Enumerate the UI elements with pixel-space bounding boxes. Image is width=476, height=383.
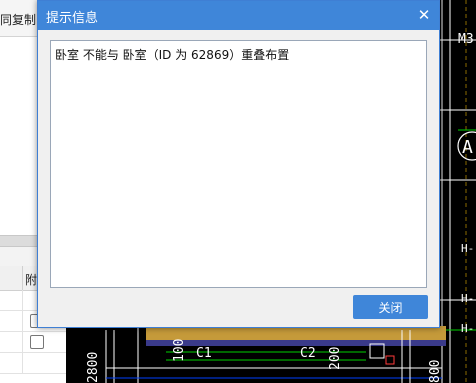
close-icon[interactable]: ✕ [415,6,433,24]
grid-column-divider [22,353,23,373]
grid-column-divider [22,332,23,352]
message-dialog: 提示信息 ✕ 卧室 不能与 卧室（ID 为 62869）重叠布置 关闭 [37,0,440,328]
grid-row [0,353,66,374]
message-text: 卧室 不能与 卧室（ID 为 62869）重叠布置 [55,48,290,62]
dialog-title: 提示信息 [46,11,99,26]
elevation-label: H- [461,322,475,335]
row-checkbox[interactable] [30,335,44,349]
grid-column-divider [22,266,23,290]
window-label-c1: C1 [196,346,212,361]
wall-block [146,340,446,346]
dimension-label: 800 [428,359,443,383]
dimension-label: 100 [172,338,187,362]
grid-header-label: 附 [25,273,38,287]
dimension-label: 2800 [86,351,101,383]
elevation-label: H- [461,292,475,305]
column-block [385,355,395,365]
axis-label-a: A [462,137,473,158]
column-block [369,343,385,359]
grid-row [0,332,66,353]
grid-column-divider [22,311,23,331]
copy-button[interactable]: 同复制 [0,11,36,28]
grid-column-divider [22,290,23,310]
elevation-label: H- [461,242,475,255]
message-textbox[interactable]: 卧室 不能与 卧室（ID 为 62869）重叠布置 [50,40,427,288]
door-label-m3: M3 [458,32,474,47]
dimension-label: 200 [328,346,343,370]
wall-block [146,326,446,340]
window-label-c2: C2 [300,346,316,361]
close-button[interactable]: 关闭 [353,295,428,319]
dialog-titlebar[interactable]: 提示信息 ✕ [38,1,439,30]
